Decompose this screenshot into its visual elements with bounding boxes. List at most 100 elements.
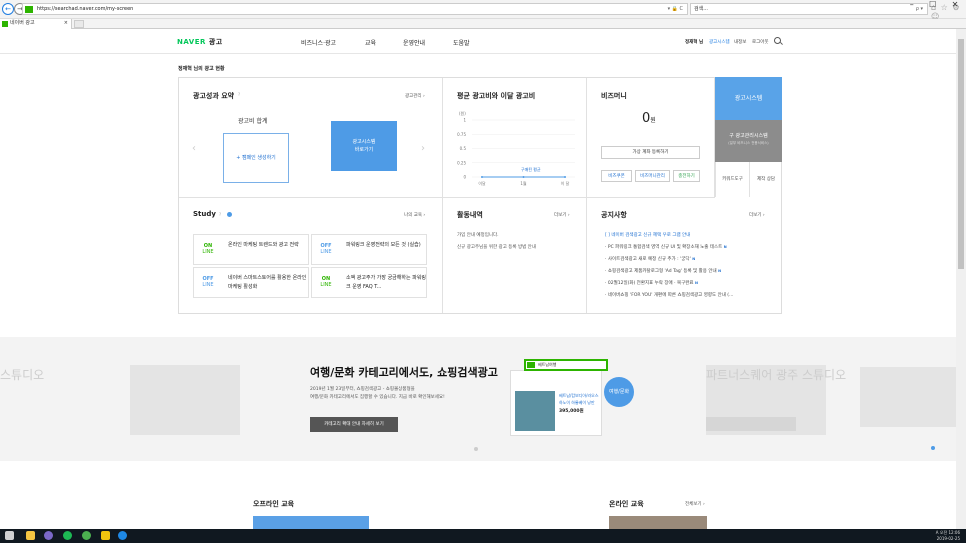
production-consult-button[interactable]: 제작 상담	[749, 162, 782, 197]
study-title: Study	[193, 210, 216, 218]
activity-item[interactable]: 가입 안내 예정입니다.	[457, 232, 499, 238]
y-tick-label: 0.25	[457, 160, 466, 165]
perf-more-link[interactable]: 광고관리 ›	[405, 93, 425, 99]
menu-help[interactable]: 도움말	[453, 38, 470, 47]
notice-more-link[interactable]: 더보기 ›	[749, 212, 765, 218]
back-button[interactable]: ←	[2, 3, 14, 15]
address-url: https://searchad.naver.com/my-screen	[37, 6, 134, 12]
menu-business[interactable]: 비즈니스·광고	[301, 38, 336, 47]
notice-item[interactable]: · PC 파워링크 통합검색 영역 신규 UI 및 확장소재 노출 테스트 N	[605, 244, 727, 250]
offline-edu-title: 오프라인 교육	[253, 500, 295, 508]
study-dot-icon[interactable]	[227, 212, 232, 217]
naver-ad-logo[interactable]: NAVER 광고	[177, 37, 223, 47]
notice-item[interactable]: [ ] 네이버 검색광고 신규 혜택 우로 그램 안내	[605, 232, 690, 238]
kakao-icon[interactable]	[101, 531, 110, 540]
maximize-button[interactable]: ☐	[929, 0, 936, 9]
study-item-text: 온라인 마케팅 트렌드와 광고 전략	[228, 242, 299, 248]
notice-item[interactable]: · 네이버쇼핑 'FOR YOU' 개편에 따른 쇼핑검색광고 영향도 안내 (…	[605, 292, 733, 298]
user-name: 정재혁 님	[685, 40, 704, 45]
link-my-info[interactable]: 내정보	[734, 39, 746, 45]
next-banner-text: 파트너스퀘어 광주 스튜디오	[706, 368, 847, 382]
bizcoupon-button[interactable]: 비즈쿠폰	[601, 170, 632, 182]
online-edu-image[interactable]	[609, 516, 707, 529]
bizmoney-manage-button[interactable]: 비즈머니관리	[635, 170, 670, 182]
next-arrow-icon[interactable]: ›	[421, 143, 425, 154]
new-badge: N	[723, 245, 727, 249]
minimize-button[interactable]: –	[910, 0, 914, 9]
promo-banner	[0, 337, 956, 461]
browser-search-input[interactable]: 검색... ρ ▾	[690, 3, 928, 15]
naver-favicon-icon	[25, 6, 33, 13]
study-item[interactable]: ON LINE 온라인 마케팅 트렌드와 광고 전략	[193, 234, 309, 265]
side-ad-system-button[interactable]: 광고시스템	[715, 77, 782, 120]
virtual-account-button[interactable]: 가상 계좌 등록하기	[601, 146, 700, 159]
avg-chart: 1 0.75 0.5 0.25 0 이달 1월 이 달	[457, 118, 575, 186]
carousel-dot-active[interactable]	[931, 446, 935, 450]
charge-button[interactable]: 충전하기	[673, 170, 700, 182]
data-point	[564, 176, 566, 178]
link-ad-system[interactable]: 광고시스템	[709, 39, 730, 45]
study-item[interactable]: OFF LINE 파워링크 운영전략의 모든 것 (실습)	[311, 234, 427, 265]
search-icon[interactable]	[774, 37, 781, 44]
study-item-text: 소액 광고주가 가장 궁금해하는 파워링크 운영 FAQ T...	[346, 275, 426, 290]
activity-item[interactable]: 신규 광고주님을 위한 광고 등록 방법 안내	[457, 244, 536, 250]
study-more-link[interactable]: 나의 교육 ›	[404, 212, 425, 218]
activity-title: 활동내역	[457, 211, 483, 219]
close-window-button[interactable]: ✕	[952, 0, 959, 9]
clock-date: 2019-02-25	[936, 536, 960, 541]
window-controls: – ☐ ✕	[902, 0, 966, 9]
prev-arrow-icon[interactable]: ‹	[192, 143, 196, 154]
bizmoney-amount: 0원	[642, 111, 656, 126]
notice-item[interactable]: · 02월12일(화) 전환지표 누락 장애 · 복구완료 N	[605, 280, 698, 286]
tab-title: 네이버 광고	[10, 20, 35, 26]
menu-operation[interactable]: 운영안내	[403, 38, 425, 47]
system-tray[interactable]: A 오전 12:06 2019-02-25	[936, 530, 960, 542]
study-item-text: 파워링크 운영전략의 모든 것 (실습)	[346, 242, 421, 248]
notice-item[interactable]: · 사이트검색광고 새로 예정 신규 추가 : '궁닥' N	[605, 256, 695, 262]
windows-taskbar: A 오전 12:06 2019-02-25	[0, 529, 966, 543]
chrome-icon[interactable]	[82, 531, 91, 540]
study-help-icon[interactable]: ?	[219, 212, 221, 217]
study-item[interactable]: ON LINE 소액 광고주가 가장 궁금해하는 파워링크 운영 FAQ T...	[311, 267, 427, 298]
notice-item[interactable]: · 쇼핑검색광고 제품카탈로그형 'Ad Tag' 등록 및 활용 안내 N	[605, 268, 721, 274]
phone-mockup: 베트남/캄보디아/라오스 하노이 하롱베이 낭만 395,000원	[510, 370, 602, 436]
page-scrollbar[interactable]	[956, 29, 966, 529]
keyword-tool-button[interactable]: 키워드도구	[715, 162, 749, 197]
phone-search-box: 베트남여행	[524, 359, 608, 371]
scrollbar-thumb[interactable]	[958, 39, 964, 269]
y-tick-label: 0.5	[460, 146, 467, 151]
create-campaign-button[interactable]: + 캠페인 생성하기	[223, 133, 289, 183]
address-bar[interactable]: https://searchad.naver.com/my-screen ▾ 🔒…	[22, 3, 688, 15]
menu-education[interactable]: 교육	[365, 38, 376, 47]
y-tick-label: 0.75	[457, 132, 466, 137]
study-item-text: 네이버 스마트스토어를 활용한 온라인 마케팅 활성화	[228, 275, 307, 290]
online-more-link[interactable]: 전체보기 ›	[685, 501, 705, 507]
clock-time: 오전 12:06	[939, 530, 960, 535]
link-logout[interactable]: 로그아웃	[752, 39, 769, 45]
phone-item-title: 베트남/캄보디아/라오스	[559, 393, 599, 398]
start-icon[interactable]	[5, 531, 14, 540]
help-icon[interactable]: ?	[238, 92, 240, 97]
file-explorer-icon[interactable]	[26, 531, 35, 540]
side-old-system-button[interactable]: 구 광고관리시스템 (일부 비즈니스 전용서비스)	[715, 120, 782, 162]
category-circle: 여행/문화	[604, 377, 634, 407]
app-icon[interactable]	[44, 531, 53, 540]
spotify-icon[interactable]	[63, 531, 72, 540]
phone-item-title2: 하노이 하롱베이 낭만	[559, 400, 595, 405]
banner-detail-button[interactable]: 카테고리 확대 안내 자세히 보기	[310, 417, 398, 432]
new-badge: N	[694, 281, 698, 285]
new-tab-button[interactable]	[74, 20, 84, 28]
tab-close-icon[interactable]: ×	[64, 19, 68, 28]
offline-badge: OFF LINE	[202, 276, 214, 288]
x-tick-label: 이달	[478, 180, 486, 186]
ghost-button	[706, 417, 796, 431]
ad-system-shortcut-button[interactable]: 광고시스템 바로가기	[331, 121, 397, 171]
carousel-dot[interactable]	[474, 447, 478, 451]
browser-tab[interactable]: 네이버 광고 ×	[0, 19, 72, 29]
study-item[interactable]: OFF LINE 네이버 스마트스토어를 활용한 온라인 마케팅 활성화	[193, 267, 309, 298]
browser-search-text: 검색...	[694, 6, 708, 12]
activity-more-link[interactable]: 더보기 ›	[554, 212, 570, 218]
address-controls-icon[interactable]: ▾ 🔒 C	[668, 4, 683, 15]
offline-edu-image[interactable]	[253, 516, 369, 529]
ie-icon[interactable]	[118, 531, 127, 540]
